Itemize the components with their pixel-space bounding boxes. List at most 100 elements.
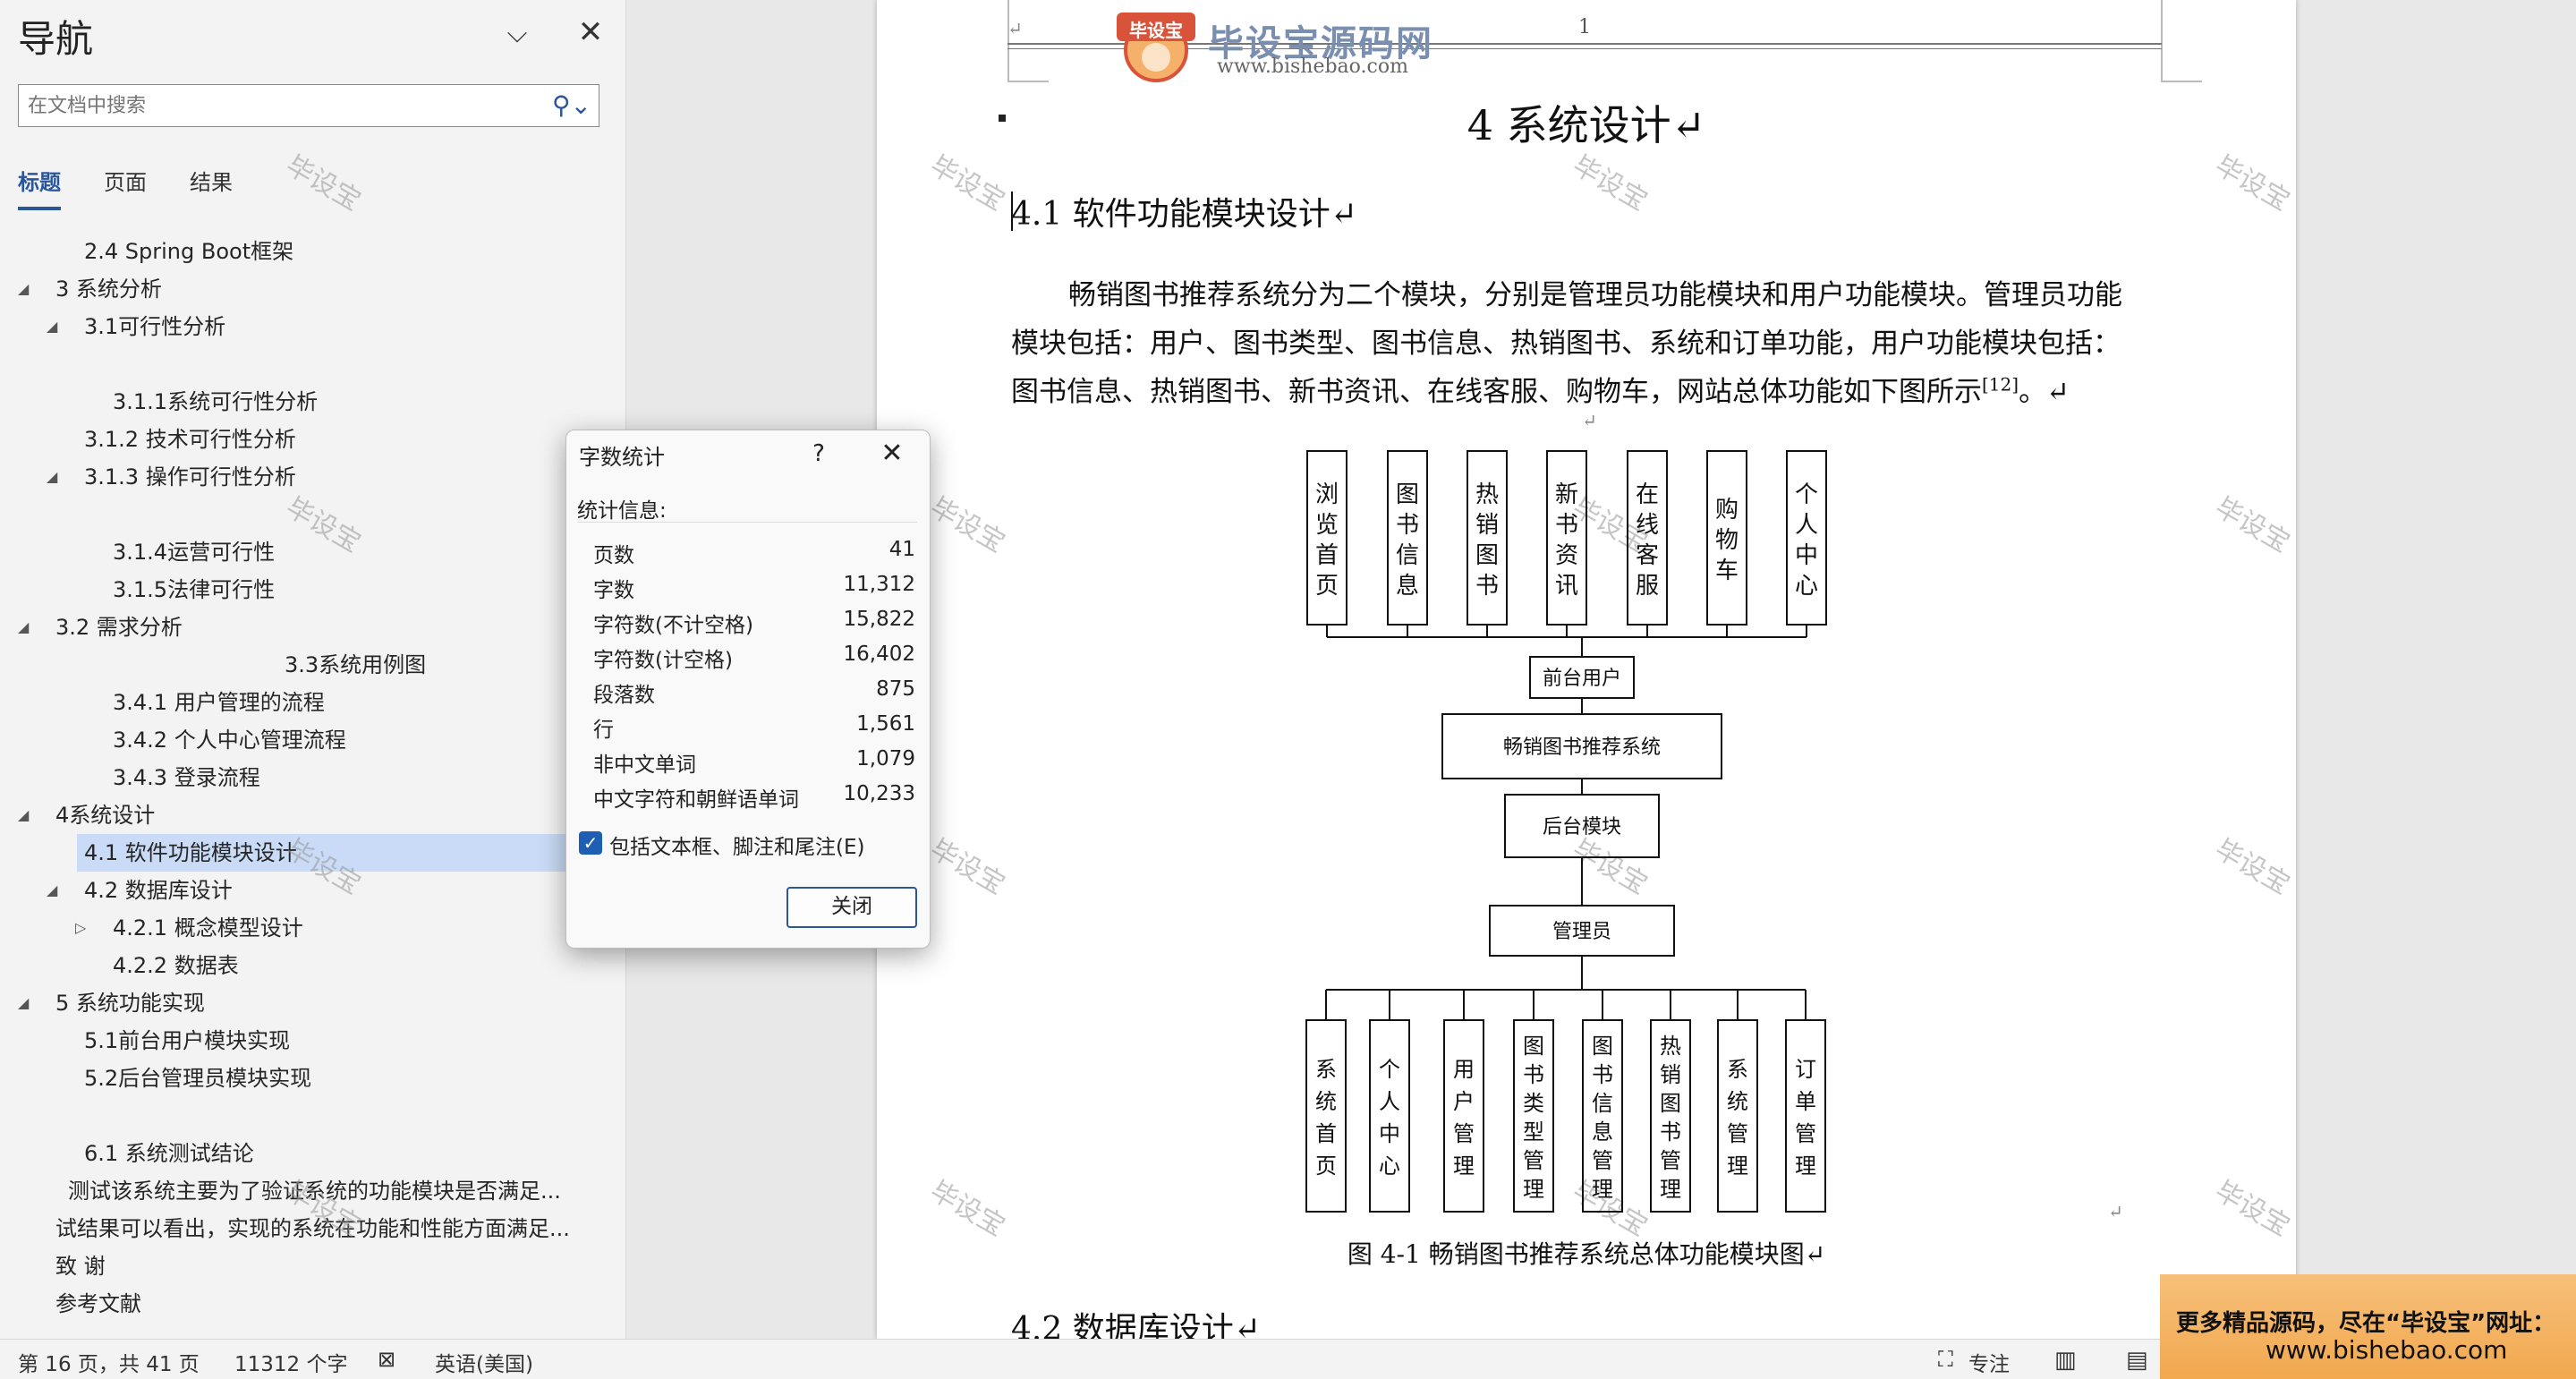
document-page[interactable]: ↵ 1 毕设宝 毕设宝源码网 www.bishebao.com 毕设宝 毕设宝 … — [877, 0, 2296, 1348]
nav-heading-label: 3.4.2 个人中心管理流程 — [113, 728, 346, 753]
nav-heading-item[interactable]: ▷ 4.2.1 概念模型设计 — [75, 909, 303, 947]
statistic-row: 字符数(计空格) 16,402 — [593, 643, 915, 675]
nav-heading-item[interactable]: 3.1.2 技术可行性分析 — [77, 421, 296, 458]
nav-heading-label: 3.1.2 技术可行性分析 — [84, 427, 296, 452]
statistic-label: 非中文单词 — [593, 753, 696, 777]
module-label: 息 — [1592, 1119, 1613, 1145]
nav-heading-item[interactable]: 2.4 Spring Boot框架 — [77, 233, 293, 270]
module-label: 系 — [1315, 1057, 1337, 1082]
read-mode-icon[interactable]: ▥ — [2054, 1347, 2077, 1374]
nav-heading-item[interactable]: 4.2.2 数据表 — [106, 947, 239, 984]
page-indicator[interactable]: 第 16 页，共 41 页 — [18, 1347, 200, 1377]
expand-arrow-icon[interactable]: ▷ — [75, 909, 86, 947]
module-label: 图 — [1660, 1091, 1681, 1116]
collapse-arrow-icon[interactable]: ◢ — [47, 458, 57, 496]
promo-banner[interactable]: 更多精品源码，尽在“毕设宝”网址： www.bishebao.com — [2160, 1274, 2576, 1379]
statistic-row: 页数 41 — [593, 538, 915, 570]
statistic-label: 段落数 — [593, 684, 655, 707]
module-label: 物 — [1715, 527, 1739, 554]
statistics-heading: 统计信息: — [577, 499, 667, 523]
statistic-row: 中文字符和朝鲜语单词 10,233 — [593, 782, 915, 814]
nav-heading-item[interactable]: 5.1前台用户模块实现 — [77, 1022, 290, 1060]
statistic-value: 11,312 — [843, 573, 915, 596]
nav-heading-item[interactable]: ◢ 3.2 需求分析 — [18, 609, 183, 646]
statistic-row: 段落数 875 — [593, 677, 915, 710]
module-label: 客 — [1636, 542, 1659, 569]
figure-caption[interactable]: 图 4-1 畅销图书推荐系统总体功能模块图↵ — [877, 1235, 2296, 1271]
module-label: 型 — [1523, 1119, 1544, 1145]
nav-heading-item[interactable]: 3.4.3 登录流程 — [106, 759, 260, 796]
nav-heading-item[interactable]: 3.1.1系统可行性分析 — [106, 383, 318, 421]
language-indicator[interactable]: 英语(美国) — [435, 1347, 533, 1377]
statistic-label: 字符数(不计空格) — [593, 614, 753, 637]
collapse-arrow-icon[interactable]: ◢ — [18, 270, 29, 308]
statistic-value: 10,233 — [843, 782, 915, 805]
print-layout-icon[interactable]: ▤ — [2126, 1347, 2148, 1374]
nav-heading-item[interactable]: ◢ 5 系统功能实现 — [18, 984, 205, 1022]
tab-pages[interactable]: 页面 — [104, 165, 147, 207]
nav-heading-item[interactable]: 3.1.5法律可行性 — [106, 571, 275, 609]
module-label: 单 — [1795, 1089, 1816, 1114]
module-label: 首 — [1315, 542, 1339, 569]
module-label: 在 — [1636, 481, 1659, 508]
collapse-arrow-icon[interactable]: ◢ — [47, 872, 57, 909]
include-textboxes-checkbox[interactable]: ✓ — [579, 831, 602, 855]
nav-heading-item[interactable]: 5.2后台管理员模块实现 — [77, 1060, 311, 1097]
statistic-label: 页数 — [593, 544, 634, 567]
module-label: 系 — [1727, 1057, 1748, 1082]
chevron-down-icon[interactable]: ⌵ — [497, 14, 537, 54]
module-label: 讯 — [1555, 573, 1578, 600]
collapse-arrow-icon[interactable]: ◢ — [47, 308, 57, 345]
tab-results[interactable]: 结果 — [190, 165, 233, 207]
nav-search-box[interactable]: ⚲⌄ — [18, 84, 599, 127]
promo-url: www.bishebao.com — [2266, 1335, 2508, 1365]
include-textboxes-label[interactable]: 包括文本框、脚注和尾注(E) — [609, 830, 864, 860]
nav-title: 导航 — [18, 17, 94, 61]
close-button[interactable]: 关闭 — [786, 887, 917, 928]
statistic-value: 1,079 — [856, 747, 915, 770]
module-label: 服 — [1636, 573, 1659, 600]
module-box — [1717, 1019, 1758, 1213]
module-label: 理 — [1727, 1153, 1748, 1179]
nav-heading-item[interactable]: 参考文献 — [48, 1285, 141, 1323]
close-icon[interactable]: ✕ — [571, 13, 610, 52]
focus-label[interactable]: 专注 — [1968, 1347, 2010, 1377]
collapse-arrow-icon[interactable]: ◢ — [18, 984, 29, 1022]
nav-heading-item[interactable]: ◢ 4系统设计 — [18, 796, 155, 834]
proofing-icon[interactable]: ⊠ — [378, 1347, 395, 1372]
nav-heading-label: 3.1可行性分析 — [84, 314, 226, 339]
tab-headings[interactable]: 标题 — [18, 165, 61, 210]
admin-box-label: 管理员 — [1552, 921, 1611, 943]
nav-heading-item[interactable]: ◢ 3 系统分析 — [18, 270, 162, 308]
paragraph-mark: ↵ — [2108, 1201, 2123, 1222]
module-label: 图 — [1592, 1034, 1613, 1059]
module-label: 人 — [1379, 1089, 1400, 1114]
nav-heading-item[interactable]: ◢ 4.2 数据库设计 — [47, 872, 233, 909]
nav-heading-item[interactable]: 3.4.2 个人中心管理流程 — [106, 721, 346, 759]
search-input[interactable] — [28, 90, 538, 121]
help-icon[interactable]: ? — [801, 436, 837, 472]
nav-heading-label: 致 谢 — [55, 1254, 106, 1279]
nav-heading-label: 5 系统功能实现 — [55, 991, 205, 1016]
module-label: 人 — [1795, 512, 1818, 539]
nav-heading-item[interactable]: ◢ 3.1.3 操作可行性分析 — [47, 458, 296, 496]
nav-heading-item[interactable]: 3.1.4运营可行性 — [106, 533, 275, 571]
module-label: 信 — [1592, 1091, 1613, 1116]
module-label: 管 — [1592, 1148, 1613, 1173]
word-count-indicator[interactable]: 11312 个字 — [234, 1347, 347, 1377]
module-label: 统 — [1315, 1089, 1337, 1114]
focus-icon[interactable]: ⛶ — [1938, 1347, 1953, 1372]
collapse-arrow-icon[interactable]: ◢ — [18, 796, 29, 834]
statistic-label: 字符数(计空格) — [593, 649, 733, 672]
collapse-arrow-icon[interactable]: ◢ — [18, 609, 29, 646]
nav-heading-item[interactable]: 3.3系统用例图 — [277, 646, 426, 684]
module-label: 息 — [1396, 573, 1419, 600]
search-icon[interactable]: ⚲⌄ — [547, 90, 597, 121]
nav-heading-item[interactable]: 致 谢 — [48, 1247, 106, 1285]
nav-heading-item[interactable]: ◢ 3.1可行性分析 — [47, 308, 226, 345]
nav-heading-item[interactable]: 3.4.1 用户管理的流程 — [106, 684, 325, 721]
statistic-value: 1,561 — [856, 712, 915, 736]
module-label: 线 — [1636, 512, 1659, 539]
close-icon[interactable]: ✕ — [871, 436, 914, 472]
nav-heading-item[interactable]: 6.1 系统测试结论 — [77, 1135, 254, 1172]
